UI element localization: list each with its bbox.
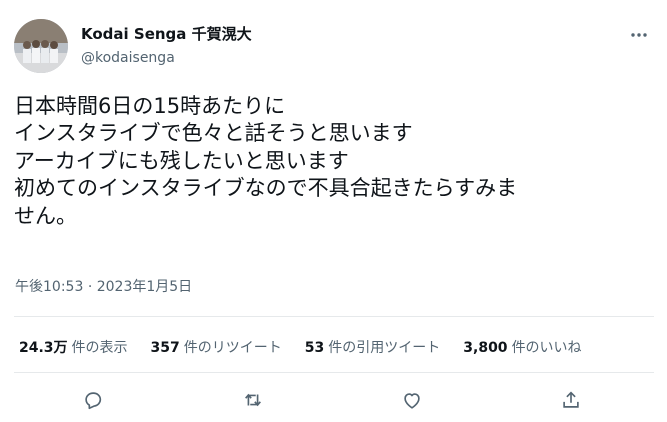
- tweet-text-line: インスタライブで色々と話そうと思います: [14, 121, 413, 146]
- tweet-stats: 24.3万 件の表示 357 件のリツイート 53 件の引用ツイート 3,800 件のい…: [19, 337, 605, 357]
- reply-icon: [85, 392, 102, 410]
- tweet-text: 日本時間6日の15時あたりに インスタライブで色々と話そうと思います アーカイブ…: [14, 93, 654, 230]
- retweet-button[interactable]: [238, 385, 268, 415]
- quote-tweets-count: 53: [304, 340, 325, 356]
- like-icon: [404, 393, 420, 409]
- divider: [14, 372, 654, 373]
- author-handle[interactable]: @kodaisenga: [81, 50, 175, 66]
- divider: [14, 316, 654, 317]
- share-button[interactable]: [556, 385, 586, 415]
- tweet-text-line: せん。: [14, 203, 77, 228]
- likes-stat[interactable]: 3,800 件のいいね: [463, 337, 581, 357]
- retweets-stat[interactable]: 357 件のリツイート: [151, 337, 282, 357]
- tweet-text-line: アーカイブにも残したいと思います: [14, 148, 349, 173]
- avatar[interactable]: [14, 19, 68, 73]
- views-count: 24.3万: [19, 340, 68, 356]
- likes-label: 件のいいね: [511, 340, 582, 356]
- retweets-label: 件のリツイート: [183, 340, 282, 356]
- retweet-icon: [245, 393, 261, 407]
- reply-button[interactable]: [78, 385, 108, 415]
- like-button[interactable]: [397, 385, 427, 415]
- tweet-time[interactable]: 午後10:53: [15, 279, 83, 295]
- retweets-count: 357: [150, 340, 180, 356]
- more-options-button[interactable]: [626, 22, 652, 48]
- tweet-text-line: 初めてのインスタライブなので不具合起きたらすみま: [14, 176, 518, 201]
- views-stat[interactable]: 24.3万 件の表示: [19, 337, 128, 357]
- tweet-action-bar: [0, 385, 667, 415]
- quote-tweets-stat[interactable]: 53 件の引用ツイート: [305, 337, 440, 357]
- tweet-text-line: 日本時間6日の15時あたりに: [14, 94, 286, 118]
- tweet-timestamp: 午後10:53 · 2023年1月5日: [15, 276, 192, 296]
- tweet-date[interactable]: 2023年1月5日: [97, 279, 192, 295]
- likes-count: 3,800: [463, 340, 508, 356]
- author-display-name[interactable]: Kodai Senga 千賀滉大: [81, 23, 252, 44]
- more-dots-icon: [631, 33, 647, 37]
- avatar-image: [14, 19, 68, 73]
- timestamp-separator: ·: [87, 279, 93, 295]
- share-icon: [563, 391, 579, 408]
- views-label: 件の表示: [71, 340, 128, 356]
- quote-tweets-label: 件の引用ツイート: [328, 340, 441, 356]
